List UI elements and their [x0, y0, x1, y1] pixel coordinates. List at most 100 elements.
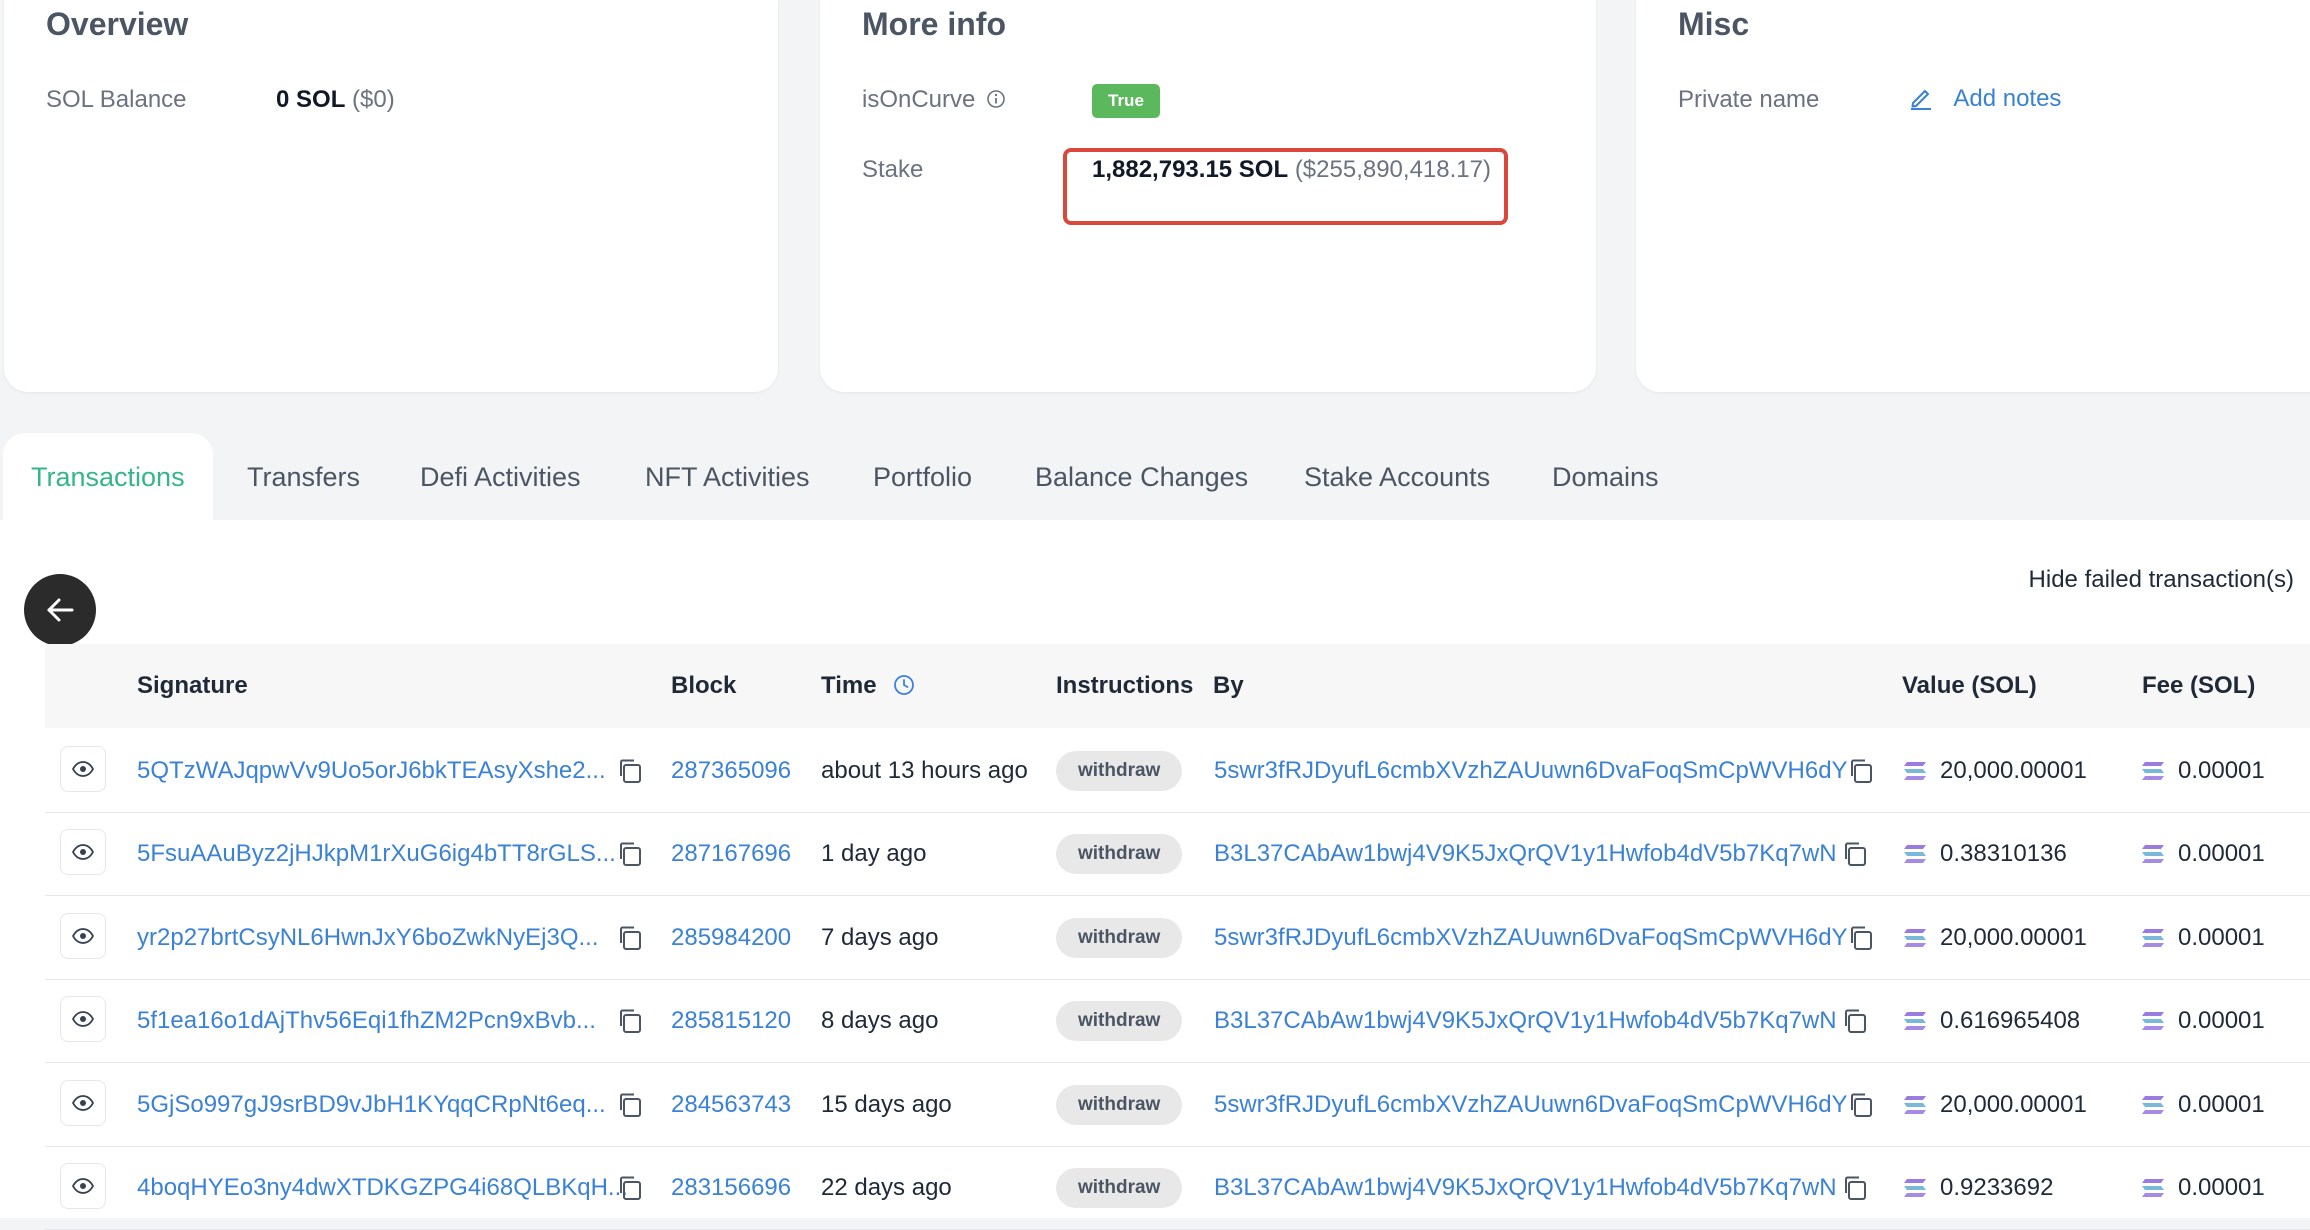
- by-address-link[interactable]: B3L37CAbAw1bwj4V9K5JxQrQV1y1Hwfob4dV5b7K…: [1214, 1146, 1837, 1229]
- value-cell: 20,000.00001: [1940, 757, 2087, 784]
- by-address-link[interactable]: B3L37CAbAw1bwj4V9K5JxQrQV1y1Hwfob4dV5b7K…: [1214, 812, 1837, 895]
- tab-transfers[interactable]: Transfers: [247, 433, 360, 521]
- stake-value: 1,882,793.15 SOL ($255,890,418.17): [1092, 156, 1491, 184]
- overview-title: Overview: [46, 6, 189, 42]
- tab-transactions[interactable]: Transactions: [3, 433, 213, 521]
- copy-signature-icon[interactable]: [616, 1007, 644, 1035]
- time-cell: about 13 hours ago: [821, 757, 1028, 784]
- sol-icon: [2141, 1011, 2165, 1031]
- table-row: 5f1ea16o1dAjThv56Eqi1fhZM2Pcn9xBvb... 285…: [45, 979, 2310, 1063]
- clock-icon: [894, 675, 915, 695]
- fee-cell: 0.00001: [2178, 1007, 2265, 1034]
- header-value: Value (SOL): [1902, 672, 2037, 699]
- copy-address-icon[interactable]: [1841, 1007, 1869, 1035]
- copy-signature-icon[interactable]: [616, 1174, 644, 1202]
- signature-link[interactable]: 5GjSo997gJ9srBD9vJbH1KYqqCRpNt6eq...: [137, 1063, 606, 1146]
- copy-signature-icon[interactable]: [616, 840, 644, 868]
- fee-cell: 0.00001: [2178, 757, 2265, 784]
- eye-icon[interactable]: [60, 1080, 106, 1126]
- sol-icon: [1903, 1178, 1927, 1198]
- signature-link[interactable]: 4boqHYEo3ny4dwXTDKGZPG4i68QLBKqH...: [137, 1146, 628, 1229]
- instruction-badge: withdraw: [1056, 1168, 1183, 1208]
- copy-address-icon[interactable]: [1847, 1091, 1875, 1119]
- copy-signature-icon[interactable]: [616, 1091, 644, 1119]
- signature-link[interactable]: 5FsuAAuByz2jHJkpM1rXuG6ig4bTT8rGLS...: [137, 812, 616, 895]
- is-on-curve-badge: True: [1092, 84, 1160, 118]
- instruction-badge: withdraw: [1056, 834, 1183, 874]
- hide-failed-toggle[interactable]: Hide failed transaction(s): [2029, 566, 2294, 594]
- signature-link[interactable]: yr2p27brtCsyNL6HwnJxY6boZwkNyEj3Q...: [137, 896, 599, 979]
- info-icon[interactable]: [986, 89, 1006, 109]
- header-fee: Fee (SOL): [2142, 672, 2256, 699]
- sol-icon: [2141, 1095, 2165, 1115]
- block-link[interactable]: 284563743: [671, 1063, 791, 1146]
- tab-balance-changes[interactable]: Balance Changes: [1035, 433, 1248, 521]
- eye-icon[interactable]: [60, 746, 106, 792]
- table-header: Signature Block Time Instructions By Val…: [45, 644, 2310, 728]
- copy-address-icon[interactable]: [1847, 757, 1875, 785]
- copy-address-icon[interactable]: [1841, 1174, 1869, 1202]
- tab-nft-activities[interactable]: NFT Activities: [645, 433, 810, 521]
- tab-defi-activities[interactable]: Defi Activities: [420, 433, 581, 521]
- value-cell: 20,000.00001: [1940, 924, 2087, 951]
- block-link[interactable]: 287167696: [671, 812, 791, 895]
- stake-label: Stake: [862, 156, 924, 183]
- sol-icon: [2141, 1178, 2165, 1198]
- fee-cell: 0.00001: [2178, 840, 2265, 867]
- sol-icon: [1903, 1011, 1927, 1031]
- add-notes-label: Add notes: [1953, 85, 2062, 112]
- time-cell: 8 days ago: [821, 1007, 939, 1034]
- overview-card: Overview SOL Balance 0 SOL ($0): [4, 0, 778, 392]
- header-time[interactable]: Time: [821, 644, 915, 728]
- signature-link[interactable]: 5QTzWAJqpwVv9Uo5orJ6bkTEAsyXshe2...: [137, 729, 606, 812]
- table-row: 5FsuAAuByz2jHJkpM1rXuG6ig4bTT8rGLS... 287…: [45, 812, 2310, 896]
- eye-icon[interactable]: [60, 913, 106, 959]
- private-name-label: Private name: [1678, 86, 1820, 113]
- by-address-link[interactable]: 5swr3fRJDyufL6cmbXVzhZAUuwn6DvaFoqSmCpWV…: [1214, 1063, 1848, 1146]
- stake-usd: ($255,890,418.17): [1294, 156, 1491, 183]
- copy-address-icon[interactable]: [1847, 924, 1875, 952]
- header-instructions: Instructions: [1056, 672, 1194, 699]
- eye-icon[interactable]: [60, 1163, 106, 1209]
- block-link[interactable]: 287365096: [671, 729, 791, 812]
- value-cell: 0.616965408: [1940, 1007, 2081, 1034]
- copy-signature-icon[interactable]: [616, 757, 644, 785]
- is-on-curve-label: isOnCurve: [862, 86, 1006, 114]
- add-notes-button[interactable]: Add notes: [1908, 84, 2061, 113]
- time-cell: 7 days ago: [821, 924, 939, 951]
- misc-card: Misc Private name Add notes: [1636, 0, 2310, 392]
- sol-balance-usd: ($0): [352, 86, 395, 113]
- time-cell: 22 days ago: [821, 1174, 952, 1201]
- table-row: 5QTzWAJqpwVv9Uo5orJ6bkTEAsyXshe2... 28736…: [45, 729, 2310, 813]
- more-info-card: More info isOnCurve True Stake 1,882,793…: [820, 0, 1596, 392]
- value-cell: 0.38310136: [1940, 840, 2067, 867]
- signature-link[interactable]: 5f1ea16o1dAjThv56Eqi1fhZM2Pcn9xBvb...: [137, 979, 596, 1062]
- eye-icon[interactable]: [60, 996, 106, 1042]
- header-signature: Signature: [137, 672, 248, 699]
- tab-domains[interactable]: Domains: [1552, 433, 1659, 521]
- by-address-link[interactable]: 5swr3fRJDyufL6cmbXVzhZAUuwn6DvaFoqSmCpWV…: [1214, 896, 1848, 979]
- sol-balance-value: 0 SOL ($0): [276, 86, 395, 114]
- back-button[interactable]: [24, 574, 96, 646]
- sol-icon: [2141, 761, 2165, 781]
- tab-portfolio[interactable]: Portfolio: [873, 433, 972, 521]
- instruction-badge: withdraw: [1056, 751, 1183, 791]
- block-link[interactable]: 285984200: [671, 896, 791, 979]
- sol-balance-label: SOL Balance: [46, 86, 187, 113]
- sol-icon: [1903, 1095, 1927, 1115]
- copy-signature-icon[interactable]: [616, 924, 644, 952]
- tab-stake-accounts[interactable]: Stake Accounts: [1304, 433, 1490, 521]
- block-link[interactable]: 283156696: [671, 1146, 791, 1229]
- by-address-link[interactable]: B3L37CAbAw1bwj4V9K5JxQrQV1y1Hwfob4dV5b7K…: [1214, 979, 1837, 1062]
- copy-address-icon[interactable]: [1841, 840, 1869, 868]
- instruction-badge: withdraw: [1056, 1085, 1183, 1125]
- value-cell: 0.9233692: [1940, 1174, 2054, 1201]
- block-link[interactable]: 285815120: [671, 979, 791, 1062]
- is-on-curve-text: isOnCurve: [862, 86, 976, 113]
- table-row: 5GjSo997gJ9srBD9vJbH1KYqqCRpNt6eq... 2845…: [45, 1063, 2310, 1147]
- fee-cell: 0.00001: [2178, 1174, 2265, 1201]
- by-address-link[interactable]: 5swr3fRJDyufL6cmbXVzhZAUuwn6DvaFoqSmCpWV…: [1214, 729, 1848, 812]
- eye-icon[interactable]: [60, 829, 106, 875]
- fee-cell: 0.00001: [2178, 924, 2265, 951]
- sol-icon: [1903, 844, 1927, 864]
